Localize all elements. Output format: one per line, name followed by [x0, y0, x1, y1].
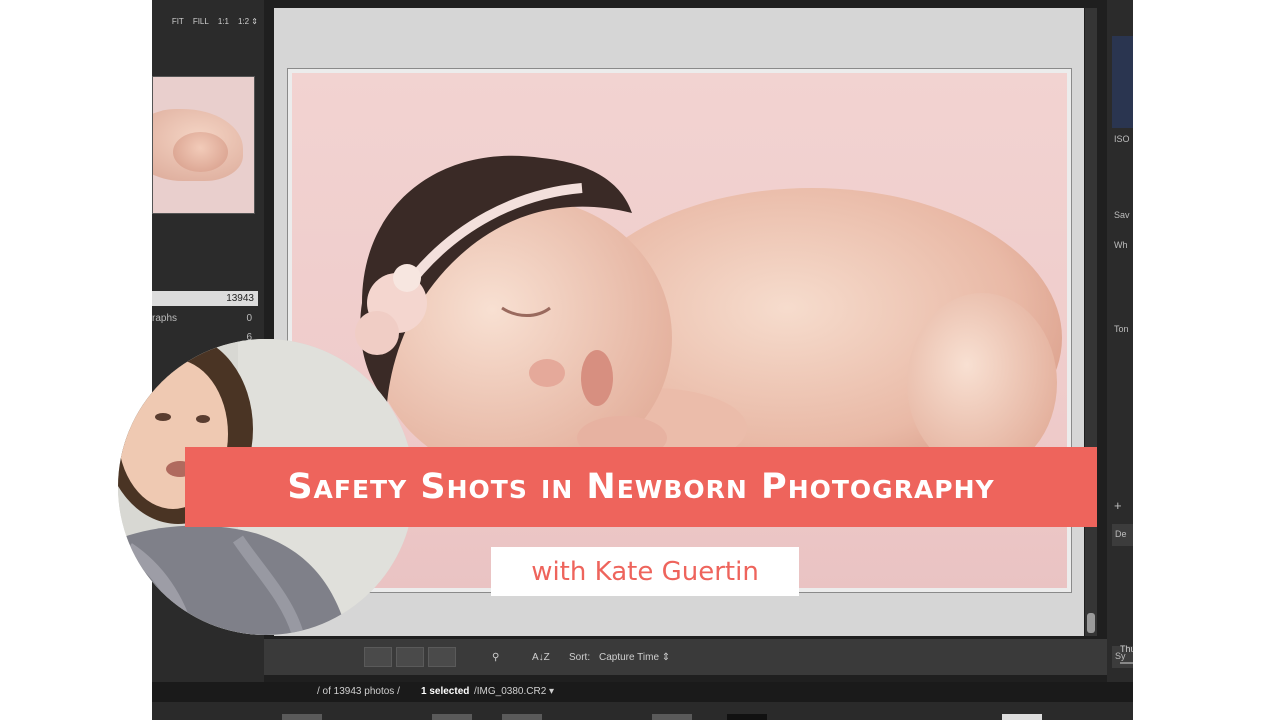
course-title: Safety Shots in Newborn Photography: [287, 467, 995, 507]
default-button-label: De: [1115, 529, 1127, 539]
zoom-fill[interactable]: FILL: [193, 17, 209, 26]
filmstrip: [152, 702, 1133, 720]
compare-view-button[interactable]: [428, 647, 456, 667]
filmstrip-thumb[interactable]: [282, 714, 322, 720]
add-icon[interactable]: +: [1114, 498, 1122, 513]
photo-count-text: / of 13943 photos /: [317, 686, 400, 697]
scrollbar-thumb[interactable]: [1087, 613, 1095, 633]
instructor-banner: with Kate Guertin: [491, 547, 799, 596]
thumbnails-label: Thumbnails: [1120, 639, 1133, 659]
histogram: [1112, 36, 1133, 128]
filmstrip-thumb[interactable]: [502, 714, 542, 720]
catalog-row-count: 0: [246, 313, 252, 324]
sort-label: Sort:: [569, 647, 590, 667]
zoom-fit[interactable]: FIT: [172, 17, 184, 26]
sort-direction-label: A↓Z: [532, 651, 550, 663]
catalog-row-label: raphs: [152, 313, 178, 324]
filmstrip-thumb[interactable]: [727, 714, 767, 720]
filmstrip-thumb[interactable]: [1002, 714, 1042, 720]
vertical-scrollbar[interactable]: [1085, 8, 1097, 636]
toolbar: ⚲ A↓Z Sort: Capture Time ⇕ Thumbnails: [264, 639, 1133, 675]
tone-label: Ton: [1114, 324, 1129, 334]
zoom-1-2[interactable]: 1:2 ⇕: [238, 17, 258, 26]
sort-direction-icon[interactable]: A↓Z: [532, 647, 550, 667]
course-title-banner: Safety Shots in Newborn Photography: [185, 447, 1097, 527]
thumbnails-label-text: Thumbnails: [1120, 644, 1133, 654]
filmstrip-thumb[interactable]: [652, 714, 692, 720]
sort-dropdown[interactable]: Capture Time ⇕: [599, 647, 670, 667]
navigator-foot-shape: [173, 132, 228, 172]
zoom-1-1[interactable]: 1:1: [218, 17, 229, 26]
right-panel: ISO Sav Wh Ton + De Sy: [1107, 0, 1133, 690]
catalog-all-photographs[interactable]: 13943: [152, 291, 258, 306]
catalog-total-count: 13943: [226, 293, 254, 304]
sort-label-text: Sort:: [569, 651, 591, 663]
saved-preset-label[interactable]: Sav: [1114, 210, 1130, 220]
catalog-row[interactable]: raphs 0: [152, 311, 258, 326]
filmstrip-thumb[interactable]: [432, 714, 472, 720]
default-button[interactable]: De: [1112, 524, 1133, 546]
selected-count: 1 selected: [421, 686, 470, 697]
thumbnail-size-slider[interactable]: [1120, 662, 1133, 664]
sort-dropdown-value: Capture Time ⇕: [599, 651, 671, 663]
status-bar: / of 13943 photos / 1 selected /IMG_0380…: [152, 682, 1133, 702]
iso-label: ISO: [1114, 134, 1130, 144]
grid-view-button[interactable]: [364, 647, 392, 667]
instructor-name: with Kate Guertin: [531, 556, 759, 587]
navigator-preview[interactable]: [152, 76, 255, 214]
filename-dropdown[interactable]: /IMG_0380.CR2 ▾: [474, 682, 554, 702]
zoom-bar: FIT FILL 1:1 1:2 ⇕: [152, 12, 264, 30]
painter-icon[interactable]: ⚲: [492, 647, 499, 667]
white-balance-label: Wh: [1114, 240, 1128, 250]
loupe-view-button[interactable]: [396, 647, 424, 667]
